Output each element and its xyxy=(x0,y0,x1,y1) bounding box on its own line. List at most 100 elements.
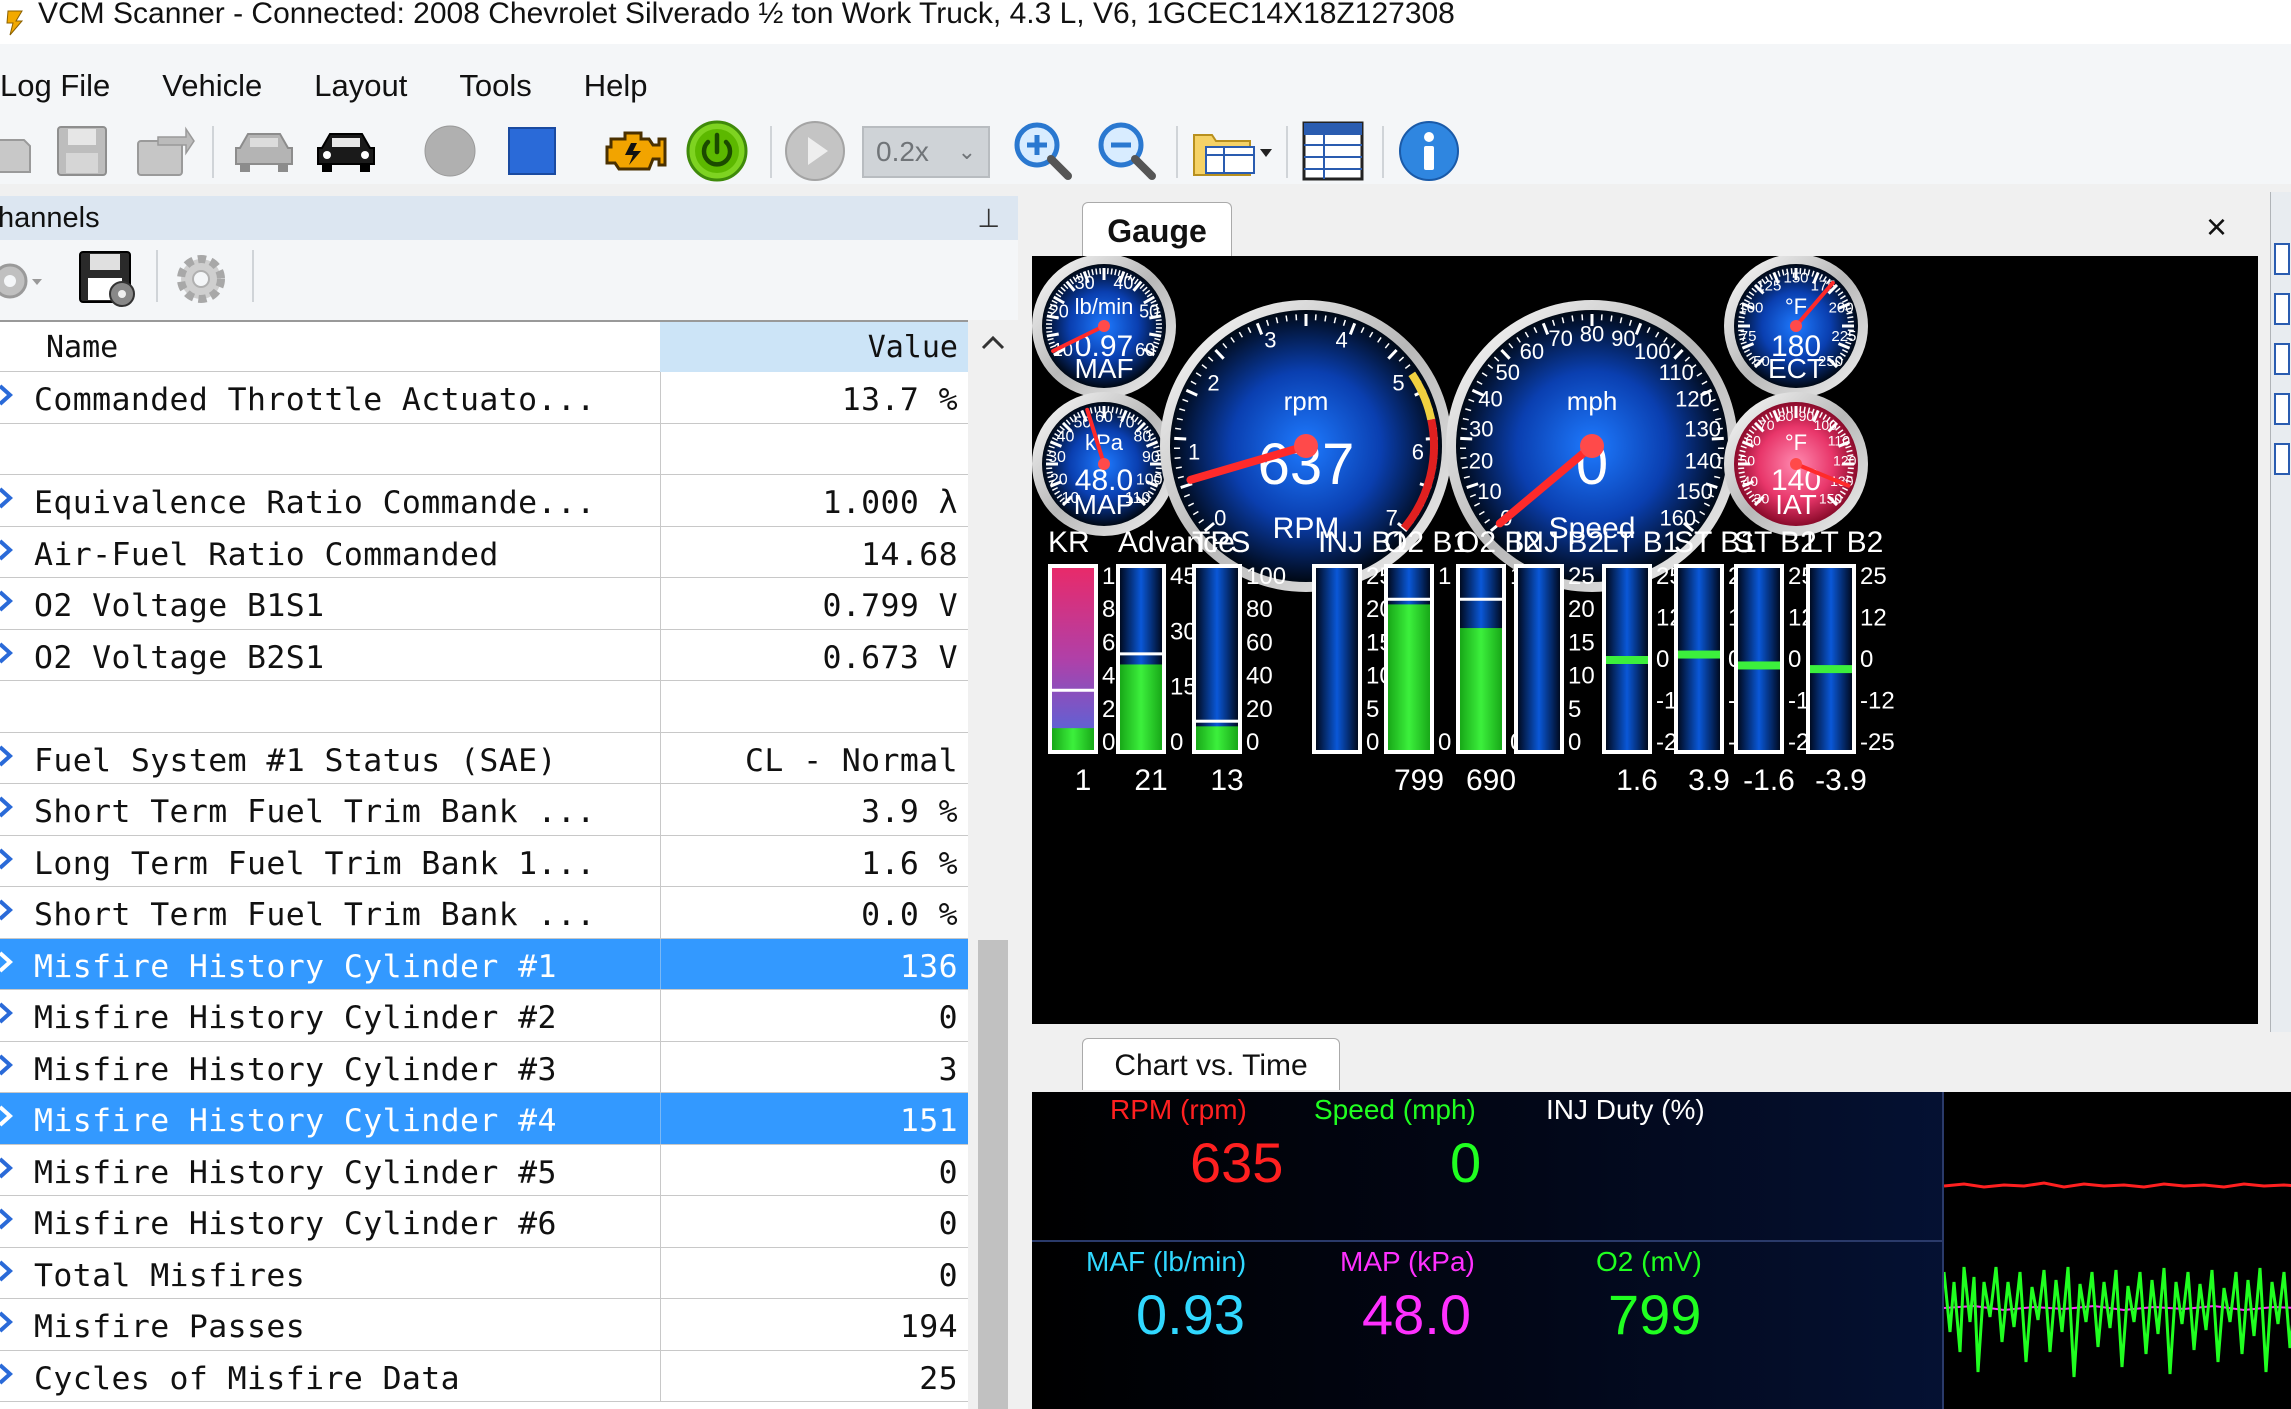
menu-vehicle[interactable]: Vehicle xyxy=(162,58,262,104)
channel-row[interactable] xyxy=(0,423,968,475)
channel-row[interactable]: O2 Voltage B2S1 0.673 V xyxy=(0,629,968,681)
iat-gauge-tick-label: 110 xyxy=(1828,432,1851,448)
tab-gauge[interactable]: Gauge xyxy=(1082,202,1232,258)
column-header-value[interactable]: Value xyxy=(660,322,968,372)
vehicle-disconnected-icon[interactable] xyxy=(230,118,298,184)
menu-log-file[interactable]: Log File xyxy=(0,58,110,104)
channel-name: Short Term Fuel Trim Bank ... xyxy=(34,897,596,933)
chart-trace-area[interactable] xyxy=(1942,1092,2291,1409)
speed-gauge-tick-label: 40 xyxy=(1478,386,1502,411)
channel-row[interactable]: Misfire History Cylinder #4 151 xyxy=(0,1093,968,1145)
bar-gauge-track xyxy=(1316,568,1358,750)
map-gauge-tick-label: 100 xyxy=(1136,471,1163,488)
window-title: VCM Scanner - Connected: 2008 Chevrolet … xyxy=(38,0,1455,30)
side-dock-strip[interactable] xyxy=(2270,192,2291,1032)
map-gauge-tick-label: 20 xyxy=(1050,471,1068,488)
gear-icon[interactable] xyxy=(168,246,234,312)
ect-gauge-label: ECT xyxy=(1768,353,1824,384)
ect-gauge-tick-label: 75 xyxy=(1740,328,1757,345)
channel-row[interactable]: Cycles of Misfire Data 25 xyxy=(0,1350,968,1402)
channel-row[interactable]: Misfire History Cylinder #5 0 xyxy=(0,1144,968,1196)
speed-gauge-tick xyxy=(1610,315,1613,322)
iat-gauge-label: IAT xyxy=(1775,489,1816,520)
menu-tools[interactable]: Tools xyxy=(459,58,531,104)
info-icon[interactable] xyxy=(1394,118,1464,184)
channel-row[interactable]: Equivalence Ratio Commande... 1.000 λ xyxy=(0,475,968,527)
menu-help[interactable]: Help xyxy=(584,58,648,104)
channel-name: Misfire History Cylinder #6 xyxy=(34,1206,557,1242)
save-channels-icon[interactable] xyxy=(74,246,140,312)
channels-panel: hannels ⊥ Name Value Commanded Throttle … xyxy=(0,196,1018,1409)
close-icon[interactable]: × xyxy=(2206,206,2227,248)
open-log-icon[interactable] xyxy=(0,118,36,184)
channel-row[interactable]: Misfire Passes 194 xyxy=(0,1299,968,1351)
rpm-gauge-tick-label: 6 xyxy=(1412,439,1424,464)
zoom-in-icon[interactable] xyxy=(1010,118,1076,184)
menu-layout[interactable]: Layout xyxy=(314,58,407,104)
save-log-icon[interactable] xyxy=(52,118,112,184)
play-icon[interactable] xyxy=(782,118,848,184)
channel-row[interactable]: Misfire History Cylinder #2 0 xyxy=(0,990,968,1042)
tab-chart-vs-time[interactable]: Chart vs. Time xyxy=(1082,1038,1340,1090)
bar-gauge-value: 690 xyxy=(1466,764,1516,797)
column-header-name[interactable]: Name xyxy=(46,330,118,365)
channel-row[interactable]: Short Term Fuel Trim Bank ... 3.9 % xyxy=(0,784,968,836)
channels-panel-title: hannels xyxy=(0,201,100,234)
export-log-icon[interactable] xyxy=(132,118,198,184)
map-gauge: 1020304050 60 708090100110kPa48.0MAP xyxy=(1032,392,1176,536)
channel-row[interactable]: Long Term Fuel Trim Bank 1... 1.6 % xyxy=(0,835,968,887)
channel-row[interactable]: Misfire History Cylinder #3 3 xyxy=(0,1041,968,1093)
channels-scrollbar[interactable] xyxy=(968,320,1018,1409)
pin-icon[interactable]: ⊥ xyxy=(977,203,1000,234)
chart-canvas: RPM (rpm) 635 Speed (mph) 0 INJ Duty (%)… xyxy=(1032,1092,2291,1409)
settings-dropdown-icon[interactable] xyxy=(0,248,46,314)
bar-gauge-scale-label: 2 xyxy=(1102,696,1115,723)
row-arrow-icon xyxy=(0,1311,13,1333)
channel-row[interactable]: Misfire History Cylinder #1 136 xyxy=(0,938,968,990)
row-arrow-icon xyxy=(0,487,13,509)
record-icon[interactable] xyxy=(420,118,480,184)
bar-gauge-scale-label: 20 xyxy=(1246,696,1273,723)
speed-gauge-tick xyxy=(1461,427,1468,430)
bar-gauge-scale-label: 100 xyxy=(1246,563,1286,590)
channel-row[interactable]: Short Term Fuel Trim Bank ... 0.0 % xyxy=(0,887,968,939)
chevron-down-icon: ⌄ xyxy=(957,139,976,164)
scrollbar-thumb[interactable] xyxy=(978,940,1008,1409)
channels-toolbar xyxy=(0,240,1018,320)
column-divider xyxy=(660,681,661,732)
channel-row[interactable]: Total Misfires 0 xyxy=(0,1247,968,1299)
iat-gauge-tick-label: 40 xyxy=(1742,473,1758,489)
channel-row[interactable]: Commanded Throttle Actuato... 13.7 % xyxy=(0,372,968,424)
ect-gauge-tick-label: 225 xyxy=(1831,328,1856,345)
layout-icon[interactable] xyxy=(1192,118,1276,184)
channel-name: Misfire History Cylinder #2 xyxy=(34,1000,557,1036)
speed-gauge-tick-label: 120 xyxy=(1675,386,1712,411)
zoom-out-icon[interactable] xyxy=(1094,118,1160,184)
bar-gauge-marker xyxy=(1678,650,1720,659)
speed-gauge-tick-label: 20 xyxy=(1469,448,1493,473)
engine-icon[interactable] xyxy=(600,118,668,184)
bar-gauge-scale-label: -12 xyxy=(1860,688,1895,715)
bar-gauge-value: 1.6 xyxy=(1616,764,1658,797)
title-bar: VCM Scanner - Connected: 2008 Chevrolet … xyxy=(0,0,2291,44)
channel-row[interactable]: O2 Voltage B1S1 0.799 V xyxy=(0,578,968,630)
channel-value: 0 xyxy=(938,1206,958,1242)
bar-gauge-scale-label: 25 xyxy=(1860,563,1887,590)
bar-gauge-marker xyxy=(1606,656,1648,664)
channel-row[interactable]: Air-Fuel Ratio Commanded 14.68 xyxy=(0,526,968,578)
bar-gauge-value: 1 xyxy=(1075,764,1092,797)
bar-gauge-scale-label: 12 xyxy=(1860,605,1887,632)
table-icon[interactable] xyxy=(1298,118,1368,184)
stop-icon[interactable] xyxy=(502,118,562,184)
chevron-up-icon[interactable] xyxy=(968,320,1018,364)
channel-row[interactable]: Fuel System #1 Status (SAE) CL - Normal xyxy=(0,732,968,784)
vehicle-connected-icon[interactable] xyxy=(312,118,380,184)
channel-row[interactable] xyxy=(0,681,968,733)
channel-value: 13.7 % xyxy=(841,382,958,418)
chart-traces xyxy=(1942,1181,2291,1378)
power-icon[interactable] xyxy=(684,118,750,184)
playback-speed-select[interactable]: 0.2x ⌄ xyxy=(862,126,990,178)
bar-gauge-scale-label: 15 xyxy=(1568,629,1595,656)
bar-gauge-scale-label: 0 xyxy=(1860,646,1873,673)
channel-row[interactable]: Misfire History Cylinder #6 0 xyxy=(0,1196,968,1248)
